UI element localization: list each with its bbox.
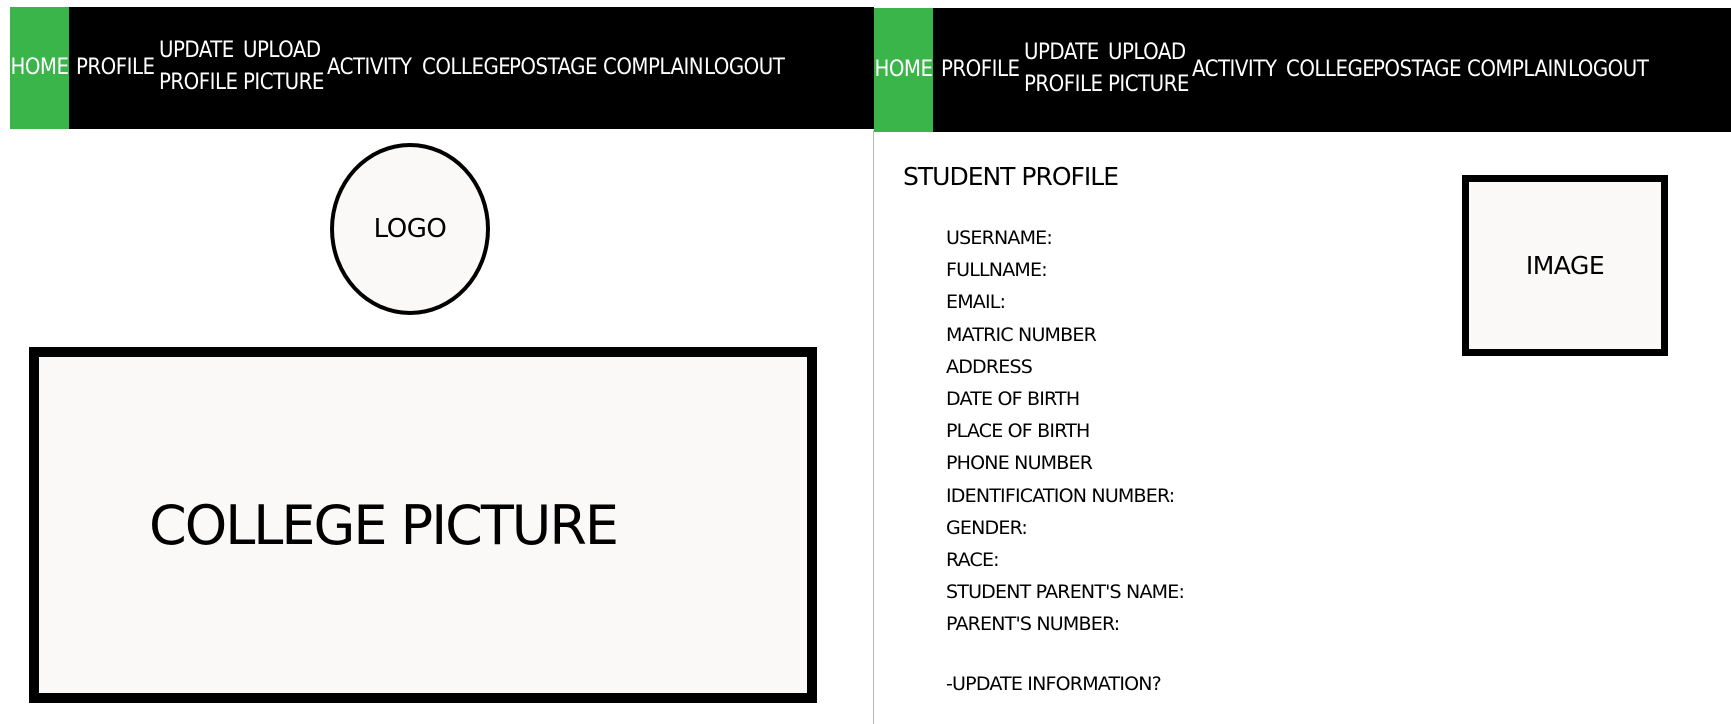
field-phone-number: PHONE NUMBER [946, 452, 1093, 475]
field-matric-number: MATRIC NUMBER [946, 323, 1097, 346]
nav-update-profile-label: UPDATE PROFILE [159, 35, 238, 99]
nav-logout[interactable]: LOGOUT [1568, 8, 1649, 132]
nav-update-profile[interactable]: UPDATE PROFILE [159, 7, 238, 129]
nav-activity-label: ACTIVITY [1192, 57, 1277, 82]
field-race: RACE: [946, 548, 1000, 571]
nav-profile[interactable]: PROFILE [76, 7, 155, 129]
field-gender: GENDER: [946, 516, 1028, 539]
nav-home-label: HOME [874, 57, 933, 82]
field-identification-number: IDENTIFICATION NUMBER: [946, 484, 1175, 507]
nav-home[interactable]: HOME [874, 8, 933, 132]
nav-complain[interactable]: COMPLAIN [603, 7, 704, 129]
home-page-panel: HOME PROFILE UPDATE PROFILE UPLOAD PICTURE… [0, 0, 874, 724]
nav-activity-label: ACTIVITY [327, 55, 412, 80]
nav-upload-picture-line1: UPLOAD [243, 38, 321, 63]
nav-update-profile-line1: UPDATE [1024, 40, 1099, 65]
nav-logout-label: LOGOUT [704, 55, 785, 80]
nav-upload-picture-line2: PICTURE [1108, 72, 1189, 97]
nav-home-label: HOME [10, 55, 69, 80]
profile-image-label: IMAGE [1525, 251, 1605, 280]
nav-update-profile-line1: UPDATE [159, 38, 234, 63]
nav-complain[interactable]: COMPLAIN [1467, 8, 1568, 132]
nav-upload-picture[interactable]: UPLOAD PICTURE [1108, 8, 1189, 132]
nav-postage[interactable]: POSTAGE [1373, 8, 1461, 132]
field-email: EMAIL: [946, 291, 1006, 314]
profile-image-placeholder: IMAGE [1462, 175, 1668, 356]
field-parent-number: PARENT'S NUMBER: [946, 613, 1120, 636]
logo-placeholder: LOGO [330, 143, 490, 315]
field-date-of-birth: DATE OF BIRTH [946, 387, 1080, 410]
nav-update-profile-line2: PROFILE [159, 70, 238, 95]
nav-logout-label: LOGOUT [1568, 57, 1649, 82]
profile-field-list: USERNAME: FULLNAME: EMAIL: MATRIC NUMBER… [946, 222, 1185, 640]
nav-home[interactable]: HOME [10, 7, 69, 129]
field-place-of-birth: PLACE OF BIRTH [946, 420, 1090, 443]
nav-update-profile[interactable]: UPDATE PROFILE [1024, 8, 1103, 132]
nav-profile-label: PROFILE [76, 55, 155, 80]
page-title: STUDENT PROFILE [903, 162, 1119, 191]
college-picture-label: COLLEGE PICTURE [149, 493, 619, 557]
nav-profile-label: PROFILE [941, 57, 1020, 82]
nav-profile[interactable]: PROFILE [941, 8, 1020, 132]
nav-activity[interactable]: ACTIVITY [327, 7, 412, 129]
nav-postage-label: POSTAGE [509, 55, 597, 80]
nav-upload-picture[interactable]: UPLOAD PICTURE [243, 7, 324, 129]
logo-label: LOGO [373, 214, 447, 244]
nav-postage-label: POSTAGE [1373, 57, 1461, 82]
field-fullname: FULLNAME: [946, 259, 1048, 282]
nav-upload-picture-label: UPLOAD PICTURE [243, 35, 324, 99]
nav-college-label: COLLEGE [422, 55, 511, 80]
nav-college-label: COLLEGE [1286, 57, 1375, 82]
nav-update-profile-label: UPDATE PROFILE [1024, 37, 1103, 101]
field-username: USERNAME: [946, 227, 1053, 249]
nav-complain-label: COMPLAIN [603, 55, 704, 80]
field-address: ADDRESS [946, 355, 1033, 378]
update-information-link[interactable]: -UPDATE INFORMATION? [946, 673, 1162, 695]
nav-upload-picture-line2: PICTURE [243, 70, 324, 95]
nav-college[interactable]: COLLEGE [422, 7, 511, 129]
nav-logout[interactable]: LOGOUT [704, 7, 785, 129]
top-navbar: HOME PROFILE UPDATE PROFILE UPLOAD PICTURE… [10, 7, 874, 129]
nav-update-profile-line2: PROFILE [1024, 72, 1103, 97]
field-parent-name: STUDENT PARENT'S NAME: [946, 581, 1185, 604]
nav-college[interactable]: COLLEGE [1286, 8, 1375, 132]
nav-upload-picture-line1: UPLOAD [1108, 40, 1186, 65]
top-navbar: HOME PROFILE UPDATE PROFILE UPLOAD PICTURE… [874, 8, 1731, 132]
profile-page-panel: HOME PROFILE UPDATE PROFILE UPLOAD PICTURE… [874, 0, 1731, 724]
nav-activity[interactable]: ACTIVITY [1192, 8, 1277, 132]
nav-postage[interactable]: POSTAGE [509, 7, 597, 129]
college-picture-placeholder: COLLEGE PICTURE [29, 347, 817, 703]
nav-upload-picture-label: UPLOAD PICTURE [1108, 37, 1189, 101]
nav-complain-label: COMPLAIN [1467, 57, 1568, 82]
